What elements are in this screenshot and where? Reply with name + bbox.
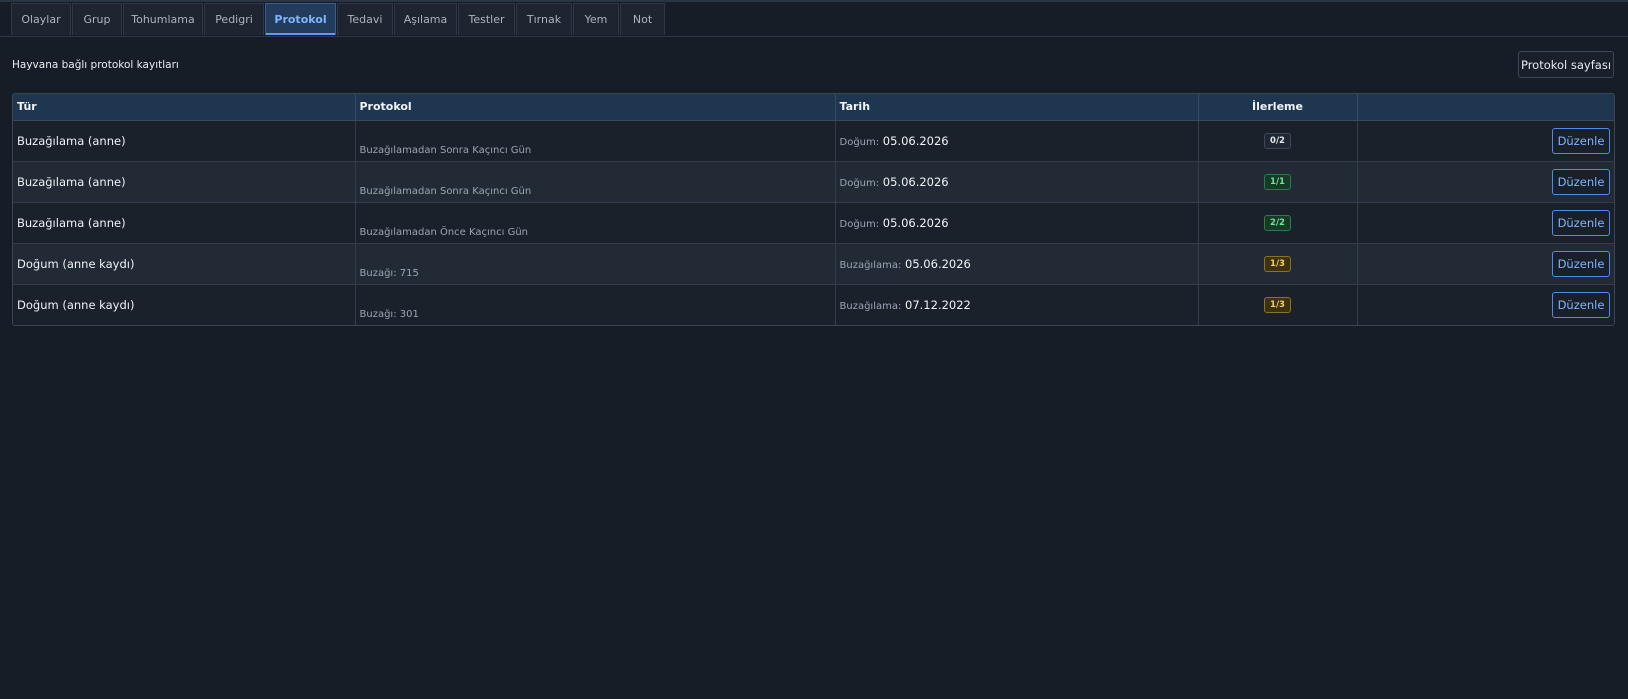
edit-button[interactable]: Düzenle xyxy=(1552,250,1610,277)
protocol-subtitle: Buzağılamadan Sonra Kaçıncı Gün xyxy=(359,185,532,197)
progress-badge: 1/1 xyxy=(1264,174,1291,190)
column-header-protocol: Protokol xyxy=(355,94,836,121)
tab-protokol[interactable]: Protokol xyxy=(265,3,336,35)
tab-yem[interactable]: Yem xyxy=(573,3,619,35)
cell-type: Doğum (anne kaydı) xyxy=(13,243,356,285)
table-row: Doğum (anne kaydı) Buzağı: 301 Buzağılam… xyxy=(13,284,1614,325)
column-header-type: Tür xyxy=(13,94,356,121)
cell-type: Doğum (anne kaydı) xyxy=(13,284,356,325)
table-row: Buzağılama (anne) Buzağılamadan Sonra Ka… xyxy=(13,120,1614,162)
date-value: 05.06.2026 xyxy=(882,215,949,230)
cell-actions: Düzenle xyxy=(1357,120,1614,162)
cell-progress: 2/2 xyxy=(1198,202,1358,244)
table-row: Buzağılama (anne) Buzağılamadan Önce Kaç… xyxy=(13,202,1614,244)
cell-date: Doğum: 05.06.2026 xyxy=(835,202,1199,244)
cell-actions: Düzenle xyxy=(1357,161,1614,203)
cell-date: Buzağılama: 07.12.2022 xyxy=(835,284,1199,325)
tab-bar: Olaylar Grup Tohumlama Pedigri Protokol … xyxy=(0,3,1628,37)
edit-button[interactable]: Düzenle xyxy=(1552,168,1610,195)
protocol-subtitle: Buzağı: 715 xyxy=(359,267,419,279)
cell-actions: Düzenle xyxy=(1357,202,1614,244)
cell-actions: Düzenle xyxy=(1357,243,1614,285)
date-value: 05.06.2026 xyxy=(882,133,949,148)
page-top-rule xyxy=(0,0,1628,2)
tab-testler[interactable]: Testler xyxy=(458,3,515,35)
column-header-date: Tarih xyxy=(835,94,1199,121)
protocol-table: Tür Protokol Tarih İlerleme Buzağılama (… xyxy=(12,93,1615,326)
cell-protocol: Buzağı: 715 xyxy=(355,243,836,285)
tab-tedavi[interactable]: Tedavi xyxy=(337,3,393,35)
edit-button[interactable]: Düzenle xyxy=(1552,127,1610,154)
cell-date: Buzağılama: 05.06.2026 xyxy=(835,243,1199,285)
cell-progress: 1/1 xyxy=(1198,161,1358,203)
tab-grup[interactable]: Grup xyxy=(72,3,122,35)
tab-tohumlama[interactable]: Tohumlama xyxy=(123,3,203,35)
cell-type: Buzağılama (anne) xyxy=(13,202,356,244)
progress-badge: 2/2 xyxy=(1264,215,1291,231)
tab-tirnak[interactable]: Tırnak xyxy=(516,3,572,35)
cell-actions: Düzenle xyxy=(1357,284,1614,325)
cell-progress: 1/3 xyxy=(1198,284,1358,325)
column-header-progress: İlerleme xyxy=(1198,94,1358,121)
cell-date: Doğum: 05.06.2026 xyxy=(835,120,1199,162)
cell-type: Buzağılama (anne) xyxy=(13,161,356,203)
date-label: Buzağılama: xyxy=(839,300,902,312)
tab-pedigri[interactable]: Pedigri xyxy=(204,3,264,35)
progress-badge: 1/3 xyxy=(1264,256,1291,272)
table-row: Buzağılama (anne) Buzağılamadan Sonra Ka… xyxy=(13,161,1614,203)
cell-protocol: Buzağılamadan Önce Kaçıncı Gün xyxy=(355,202,836,244)
protocol-subtitle: Buzağı: 301 xyxy=(359,309,419,320)
date-label: Buzağılama: xyxy=(839,259,902,271)
cell-protocol: Buzağılamadan Sonra Kaçıncı Gün xyxy=(355,161,836,203)
table-row: Doğum (anne kaydı) Buzağı: 715 Buzağılam… xyxy=(13,243,1614,285)
protocol-subtitle: Buzağılamadan Önce Kaçıncı Gün xyxy=(359,226,529,238)
progress-badge: 1/3 xyxy=(1264,297,1291,314)
cell-progress: 1/3 xyxy=(1198,243,1358,285)
cell-protocol: Buzağılamadan Sonra Kaçıncı Gün xyxy=(355,120,836,162)
cell-progress: 0/2 xyxy=(1198,120,1358,162)
protocol-page-button[interactable]: Protokol sayfası xyxy=(1518,51,1614,78)
section-toolbar: Hayvana bağlı protokol kayıtları Protoko… xyxy=(0,37,1628,93)
protocol-subtitle: Buzağılamadan Sonra Kaçıncı Gün xyxy=(359,144,532,156)
edit-button[interactable]: Düzenle xyxy=(1552,291,1610,318)
date-value: 07.12.2022 xyxy=(905,297,971,312)
tab-not[interactable]: Not xyxy=(620,3,665,35)
cell-type: Buzağılama (anne) xyxy=(13,120,356,162)
cell-date: Doğum: 05.06.2026 xyxy=(835,161,1199,203)
edit-button[interactable]: Düzenle xyxy=(1552,209,1610,236)
progress-badge: 0/2 xyxy=(1264,133,1291,149)
table-header-row: Tür Protokol Tarih İlerleme xyxy=(13,94,1614,121)
column-header-actions xyxy=(1357,94,1614,121)
date-label: Doğum: xyxy=(839,177,880,189)
date-value: 05.06.2026 xyxy=(882,174,949,189)
tab-olaylar[interactable]: Olaylar xyxy=(11,3,71,35)
date-label: Doğum: xyxy=(839,136,880,148)
cell-protocol: Buzağı: 301 xyxy=(355,284,836,325)
date-label: Doğum: xyxy=(839,218,880,230)
tab-asilama[interactable]: Aşılama xyxy=(394,3,457,35)
date-value: 05.06.2026 xyxy=(905,256,971,271)
section-caption: Hayvana bağlı protokol kayıtları xyxy=(12,59,179,71)
